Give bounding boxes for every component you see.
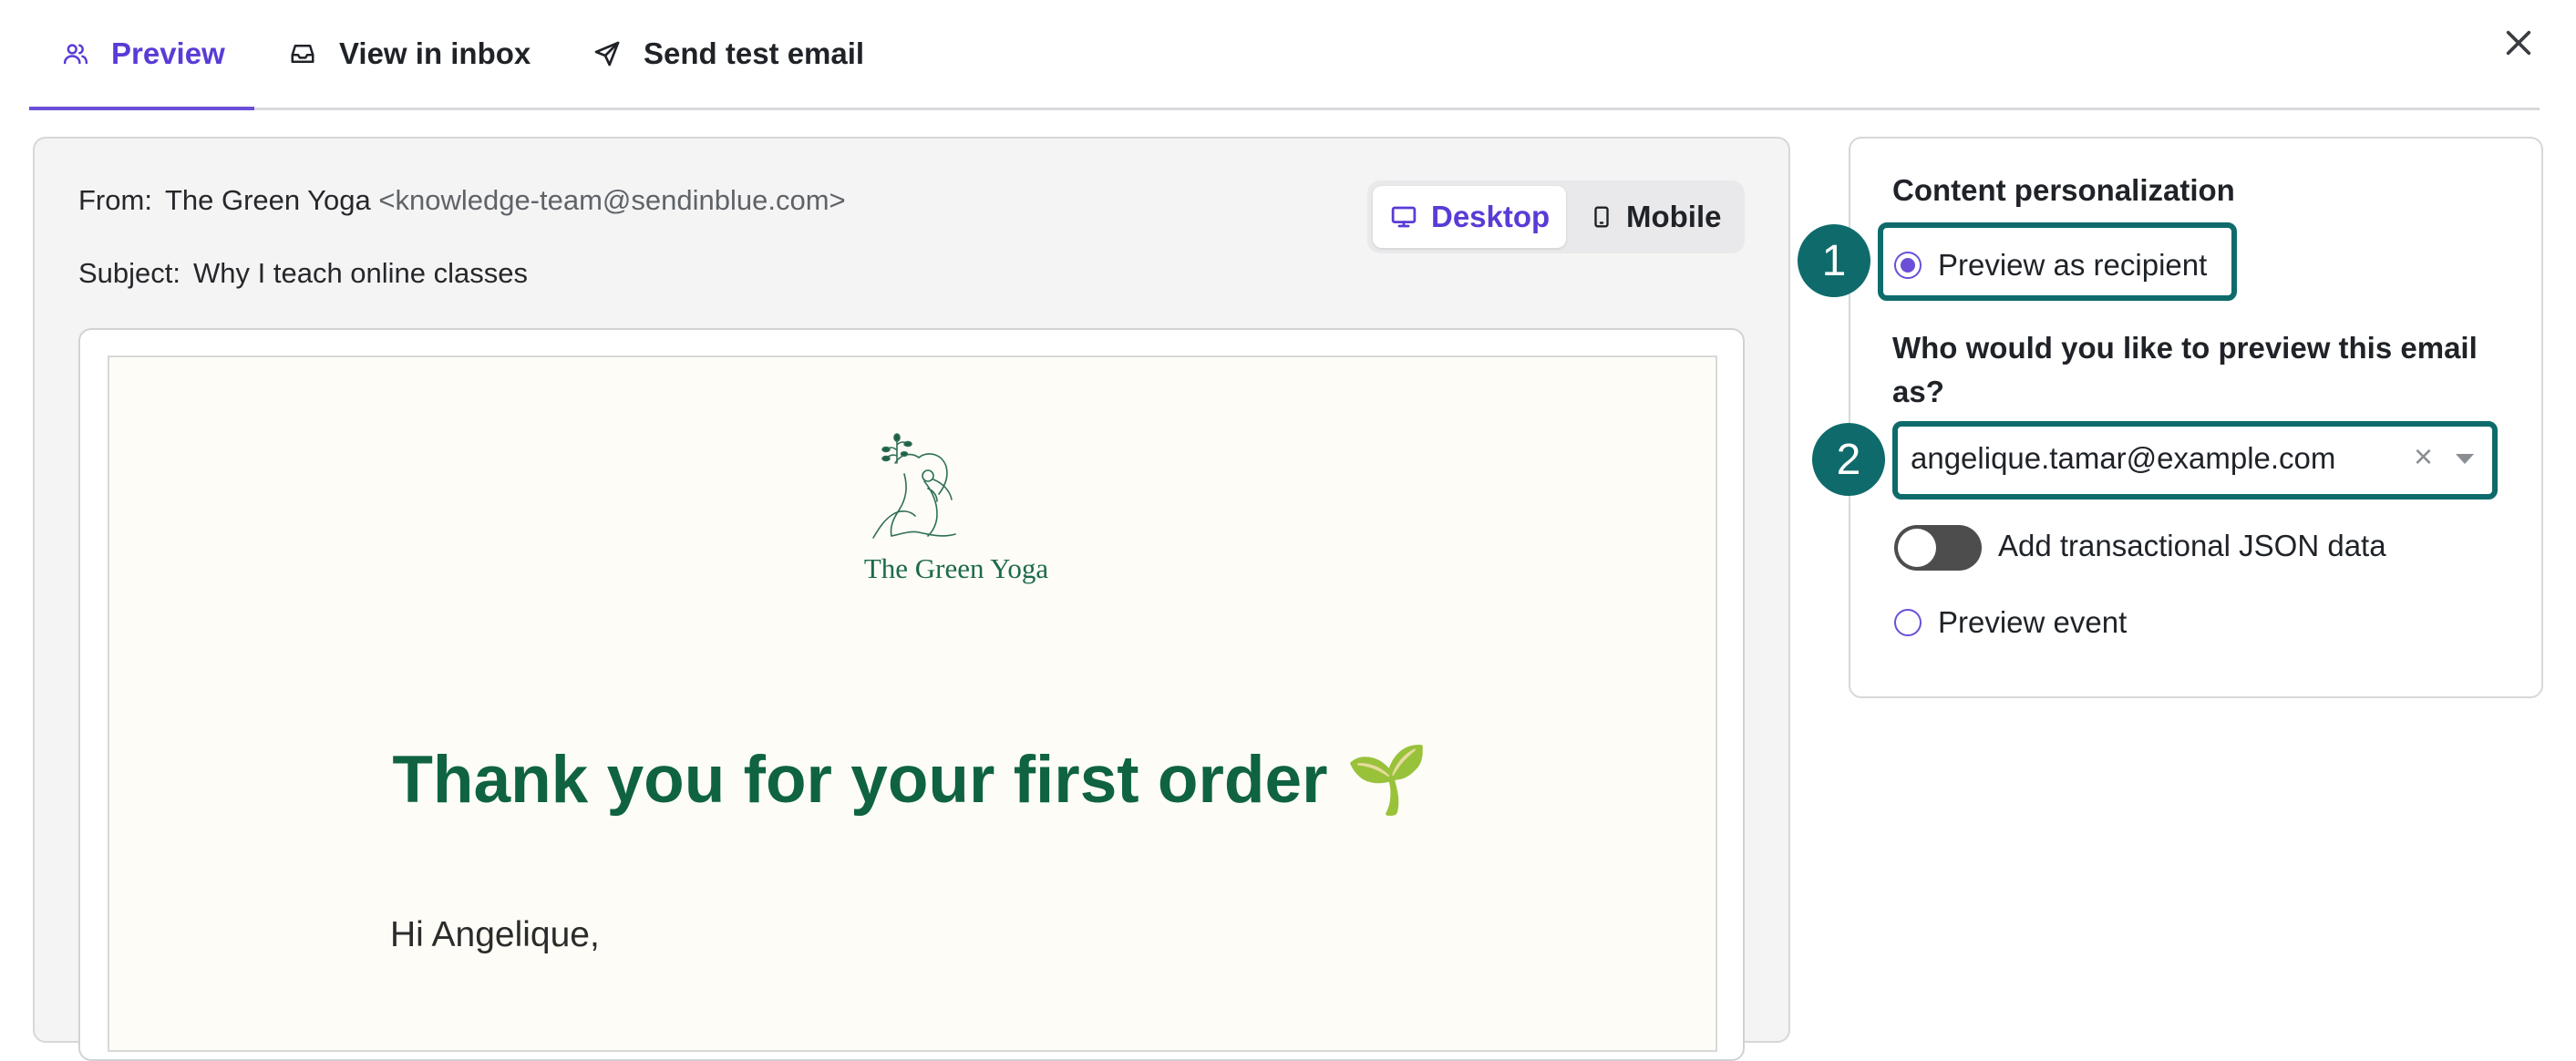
preview-event-label: Preview event [1938, 605, 2128, 639]
device-toggle: Desktop Mobile [1367, 180, 1745, 253]
personalization-title: Content personalization [1892, 173, 2235, 207]
preview-as-recipient-option[interactable]: Preview as recipient [1894, 248, 2207, 283]
mobile-button[interactable]: Mobile [1573, 186, 1738, 248]
tab-bar: Preview View in inbox Send test email [29, 0, 2540, 110]
tab-preview[interactable]: Preview [29, 0, 254, 110]
inbox-icon [288, 40, 317, 67]
tab-view-in-inbox-label: View in inbox [339, 36, 531, 70]
clear-selection-icon[interactable]: × [2414, 438, 2433, 476]
chevron-down-icon[interactable] [2456, 454, 2474, 464]
json-data-toggle[interactable] [1894, 525, 1982, 571]
preview-as-recipient-label: Preview as recipient [1938, 248, 2208, 282]
preview-as-recipient-radio[interactable] [1894, 252, 1922, 279]
tab-send-test-email-label: Send test email [644, 36, 865, 70]
mobile-icon [1590, 202, 1613, 232]
yoga-logo-icon [840, 427, 986, 552]
preview-event-option[interactable]: Preview event [1894, 605, 2127, 640]
email-headline: Thank you for your first order 🌱 [392, 743, 1429, 817]
send-icon [592, 39, 622, 68]
subject-label: Subject: [78, 257, 181, 289]
recipient-select-value: angelique.tamar@example.com [1911, 441, 2336, 475]
brand-name: The Green Yoga [863, 552, 1049, 584]
mobile-label: Mobile [1626, 200, 1722, 233]
users-icon [62, 40, 89, 67]
desktop-button[interactable]: Desktop [1373, 186, 1567, 248]
email-greeting: Hi Angelique, [390, 915, 600, 954]
from-label: From: [78, 184, 152, 216]
tab-view-in-inbox[interactable]: View in inbox [288, 0, 531, 108]
email-from-line: From: The Green Yoga <knowledge-team@send… [78, 184, 846, 217]
step-badge-2: 2 [1812, 423, 1885, 496]
who-question: Who would you like to preview this email… [1892, 331, 2478, 408]
close-button[interactable] [2496, 22, 2541, 67]
from-name: The Green Yoga [164, 184, 371, 216]
email-subject-line: Subject: Why I teach online classes [78, 257, 528, 290]
subject-text: Why I teach online classes [193, 257, 529, 289]
step-badge-1: 1 [1798, 224, 1870, 297]
tab-send-test-email[interactable]: Send test email [592, 0, 864, 108]
close-icon [2503, 27, 2534, 63]
desktop-label: Desktop [1431, 200, 1551, 233]
preview-event-radio[interactable] [1894, 609, 1922, 636]
desktop-icon [1389, 203, 1418, 231]
from-address: <knowledge-team@sendinblue.com> [378, 184, 846, 216]
tab-preview-label: Preview [111, 36, 225, 70]
json-data-toggle-label: Add transactional JSON data [1998, 529, 2386, 562]
recipient-select[interactable]: angelique.tamar@example.com × [1894, 421, 2496, 500]
